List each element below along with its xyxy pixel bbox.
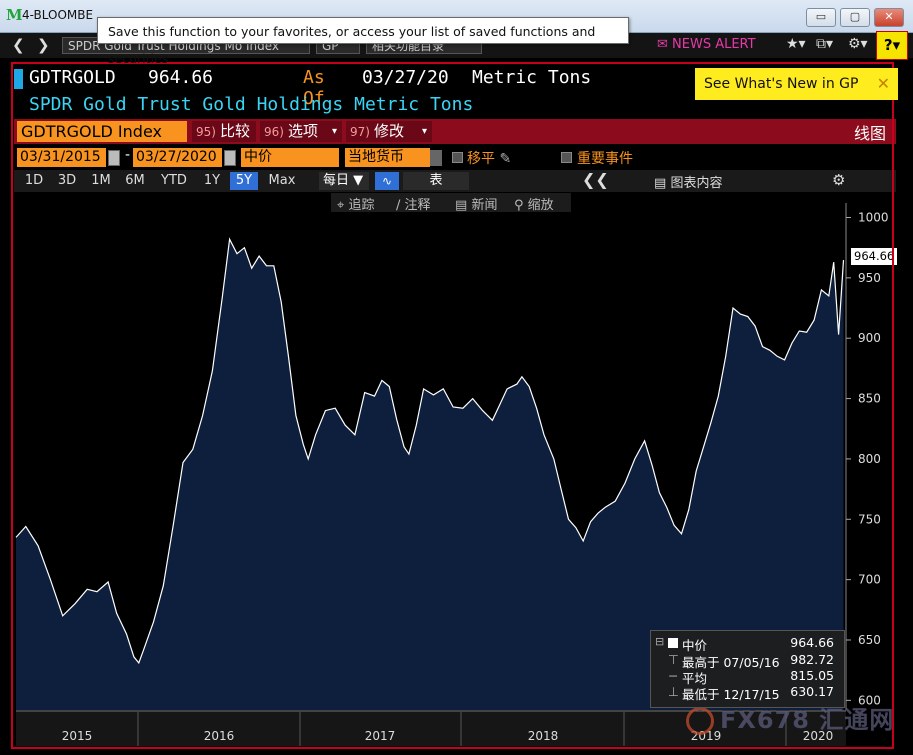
legend-series-value: 964.66 bbox=[790, 635, 834, 650]
watermark-logo-icon bbox=[686, 707, 714, 735]
high-marker-icon: ⊤ bbox=[668, 652, 679, 667]
legend-series-row: ⊟ 中价 964.66 bbox=[655, 635, 838, 653]
legend-collapse-icon[interactable]: ⊟ bbox=[655, 635, 664, 648]
x-tick-label: 2018 bbox=[528, 729, 559, 743]
y-tick-label: 650 bbox=[858, 633, 881, 647]
x-tick-label: 2017 bbox=[365, 729, 396, 743]
legend-low-row: ⊥ 最低于 12/17/15 630.17 bbox=[668, 684, 838, 702]
legend-avg-row: − 平均 815.05 bbox=[668, 668, 838, 686]
legend-high-row: ⊤ 最高于 07/05/16 982.72 bbox=[668, 652, 838, 670]
x-tick-label: 2016 bbox=[204, 729, 235, 743]
y-tick-label: 700 bbox=[858, 573, 881, 587]
avg-marker-icon: − bbox=[668, 668, 679, 683]
legend-avg-value: 815.05 bbox=[790, 668, 834, 683]
legend-low-value: 630.17 bbox=[790, 684, 834, 699]
y-tick-label: 750 bbox=[858, 512, 881, 526]
legend-high-value: 982.72 bbox=[790, 652, 834, 667]
x-tick-label: 2015 bbox=[62, 729, 93, 743]
watermark-text: FX678 汇通网 bbox=[720, 706, 895, 734]
y-tick-label: 1000 bbox=[858, 210, 889, 224]
y-tick-label: 900 bbox=[858, 331, 881, 345]
whats-new-label: See What's New in GP bbox=[704, 76, 859, 92]
chart-legend[interactable]: ⊟ 中价 964.66 ⊤ 最高于 07/05/16 982.72 − 平均 8… bbox=[650, 630, 845, 708]
favorites-tooltip: Save this function to your favorites, or… bbox=[97, 17, 629, 66]
low-marker-icon: ⊥ bbox=[668, 684, 679, 699]
legend-low-label: 最低于 12/17/15 bbox=[682, 687, 780, 702]
y-tick-label: 950 bbox=[858, 271, 881, 285]
legend-swatch bbox=[668, 638, 678, 648]
whats-new-banner[interactable]: See What's New in GP ✕ bbox=[695, 68, 898, 100]
y-tick-label: 850 bbox=[858, 392, 881, 406]
y-tick-label: 800 bbox=[858, 452, 881, 466]
last-price-tag: 964.66 bbox=[851, 248, 897, 265]
close-banner-icon[interactable]: ✕ bbox=[877, 68, 890, 100]
